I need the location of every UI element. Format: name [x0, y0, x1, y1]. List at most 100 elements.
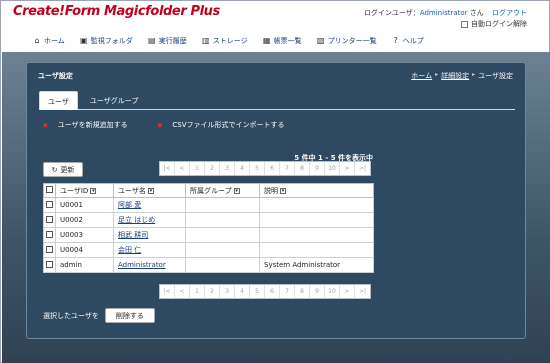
table-header-row: ユーザID ▾ ユーザ名 ▾ 所属グループ ▾ 説明 ▾	[43, 183, 374, 198]
pager-page[interactable]: 6	[265, 162, 280, 175]
row-checkbox[interactable]	[46, 230, 53, 238]
nav-help[interactable]: ? ヘルプ	[392, 36, 424, 46]
pager-page[interactable]: 10	[325, 162, 340, 175]
pager-page[interactable]: 9	[310, 162, 325, 175]
panel-title: ユーザ設定	[38, 72, 73, 80]
pager-prev[interactable]: <	[175, 285, 190, 298]
pager-page[interactable]: 4	[235, 162, 250, 175]
auto-login-checkbox[interactable]	[461, 20, 468, 28]
history-icon: ▤	[148, 36, 156, 45]
pager-prev[interactable]: <	[175, 162, 190, 175]
user-table: ユーザID▾ ユーザ名▾ 所属グループ▾ 説明▾ U0001 阿部 愛	[43, 183, 374, 273]
bulk-action-area: 選択したユーザを 削除する	[43, 308, 155, 323]
refresh-icon: ↻	[51, 165, 58, 174]
nav-history[interactable]: ▤ 実行履歴	[148, 36, 187, 46]
action-links: ▪ ユーザを新規追加する ▪ CSVファイル形式でインポートする	[43, 120, 285, 130]
row-checkbox[interactable]	[46, 215, 53, 223]
refresh-button[interactable]: ↻ 更新	[43, 162, 83, 177]
csv-import-link[interactable]: ▪ CSVファイル形式でインポートする	[158, 120, 285, 130]
storage-icon: ▥	[202, 36, 210, 45]
login-info: ログインユーザ：Administrator さん ログアウト	[364, 8, 527, 18]
cell-user-name-link[interactable]: 相武 耕司	[118, 231, 148, 239]
tab-users[interactable]: ユーザ	[39, 91, 78, 110]
login-suffix: さん	[469, 9, 484, 17]
document-list-icon: ▦	[262, 36, 271, 45]
nav-watch-folder[interactable]: ▣ 監視フォルダ	[80, 36, 133, 46]
table-row: U0003 相武 耕司	[43, 227, 374, 243]
cell-user-id: U0004	[55, 242, 114, 258]
user-settings-panel: ユーザ設定 ホーム ▸ 詳細設定 ▸ ユーザ設定 ユーザ ユーザグループ ▪ ユー…	[26, 62, 526, 339]
auto-login-toggle[interactable]: 自動ログイン解除	[461, 19, 527, 29]
col-user-id[interactable]: ユーザID ▾	[55, 183, 114, 198]
pager-page[interactable]: 1	[190, 162, 205, 175]
nav-printer-list[interactable]: ▧ プリンター一覧	[317, 36, 377, 46]
pager-page[interactable]: 4	[235, 285, 250, 298]
pager-page[interactable]: 7	[280, 162, 295, 175]
select-all-checkbox[interactable]	[46, 186, 53, 193]
select-all-cell	[43, 183, 56, 198]
logout-link[interactable]: ログアウト	[492, 9, 527, 17]
cell-user-name-link[interactable]: 会田 仁	[118, 246, 141, 254]
tab-user-groups[interactable]: ユーザグループ	[82, 91, 146, 110]
pager-page[interactable]: 5	[250, 162, 265, 175]
sort-icon[interactable]: ▾	[280, 187, 286, 194]
pager-page[interactable]: 9	[310, 285, 325, 298]
tab-bar: ユーザ ユーザグループ	[39, 91, 515, 110]
home-icon: ⌂	[34, 36, 40, 45]
row-checkbox[interactable]	[46, 245, 53, 253]
login-label: ログインユーザ：	[363, 9, 420, 17]
row-checkbox[interactable]	[46, 260, 53, 268]
app-window: Create!Form Magicfolder Plus ログインユーザ：Adm…	[0, 0, 550, 363]
cell-description	[259, 242, 374, 258]
table-row: U0001 阿部 愛	[43, 197, 374, 213]
breadcrumb-home[interactable]: ホーム	[411, 71, 432, 81]
pager-page[interactable]: 3	[220, 162, 235, 175]
pager-page[interactable]: 6	[265, 285, 280, 298]
pager-top: |< < 1 2 3 4 5 6 7 8 9 10 > >|	[159, 161, 371, 176]
nav-document-list[interactable]: ▦ 帳票一覧	[263, 36, 302, 46]
pager-page[interactable]: 5	[250, 285, 265, 298]
printer-icon: ▧	[316, 36, 325, 45]
breadcrumb-advanced-settings[interactable]: 詳細設定	[441, 71, 469, 81]
pager-next[interactable]: >	[340, 162, 355, 175]
pager-page[interactable]: 2	[205, 162, 220, 175]
cell-description: System Administrator	[259, 257, 374, 273]
folder-icon: ▣	[80, 36, 88, 45]
cell-user-name-link[interactable]: 足立 はじめ	[118, 216, 155, 224]
pager-page[interactable]: 10	[325, 285, 340, 298]
pager-page[interactable]: 8	[295, 162, 310, 175]
pager-page[interactable]: 3	[220, 285, 235, 298]
sort-icon[interactable]: ▾	[90, 187, 97, 194]
cell-user-name-link[interactable]: 阿部 愛	[118, 201, 141, 209]
pager-page[interactable]: 8	[295, 285, 310, 298]
cell-user-name-link[interactable]: Administrator	[118, 261, 166, 269]
row-checkbox[interactable]	[46, 200, 53, 208]
pager-last[interactable]: >|	[355, 285, 370, 298]
table-row: admin Administrator System Administrator	[43, 257, 374, 273]
sort-icon[interactable]: ▾	[147, 187, 154, 194]
login-user[interactable]: Administrator	[420, 9, 468, 17]
breadcrumb-separator: ▸	[435, 71, 439, 78]
header: Create!Form Magicfolder Plus ログインユーザ：Adm…	[1, 1, 549, 52]
help-icon: ?	[393, 36, 398, 45]
cell-group	[185, 242, 260, 258]
col-description[interactable]: 説明 ▾	[259, 183, 374, 198]
pager-first[interactable]: |<	[160, 162, 175, 175]
pager-last[interactable]: >|	[355, 162, 370, 175]
cell-group	[185, 227, 260, 243]
pager-next[interactable]: >	[340, 285, 355, 298]
col-group[interactable]: 所属グループ ▾	[185, 183, 260, 198]
pager-first[interactable]: |<	[160, 285, 175, 298]
delete-button[interactable]: 削除する	[104, 308, 155, 323]
nav-home[interactable]: ⌂ ホーム	[33, 36, 64, 46]
col-user-name[interactable]: ユーザ名 ▾	[113, 183, 186, 198]
pager-page[interactable]: 2	[205, 285, 220, 298]
bullet-icon: ▪	[43, 121, 48, 129]
add-user-link[interactable]: ▪ ユーザを新規追加する	[43, 120, 128, 130]
pager-page[interactable]: 1	[190, 285, 205, 298]
cell-group	[185, 212, 260, 228]
cell-user-id: U0003	[55, 227, 114, 243]
pager-page[interactable]: 7	[280, 285, 295, 298]
sort-icon[interactable]: ▾	[233, 187, 240, 194]
nav-storage[interactable]: ▥ ストレージ	[202, 36, 248, 46]
